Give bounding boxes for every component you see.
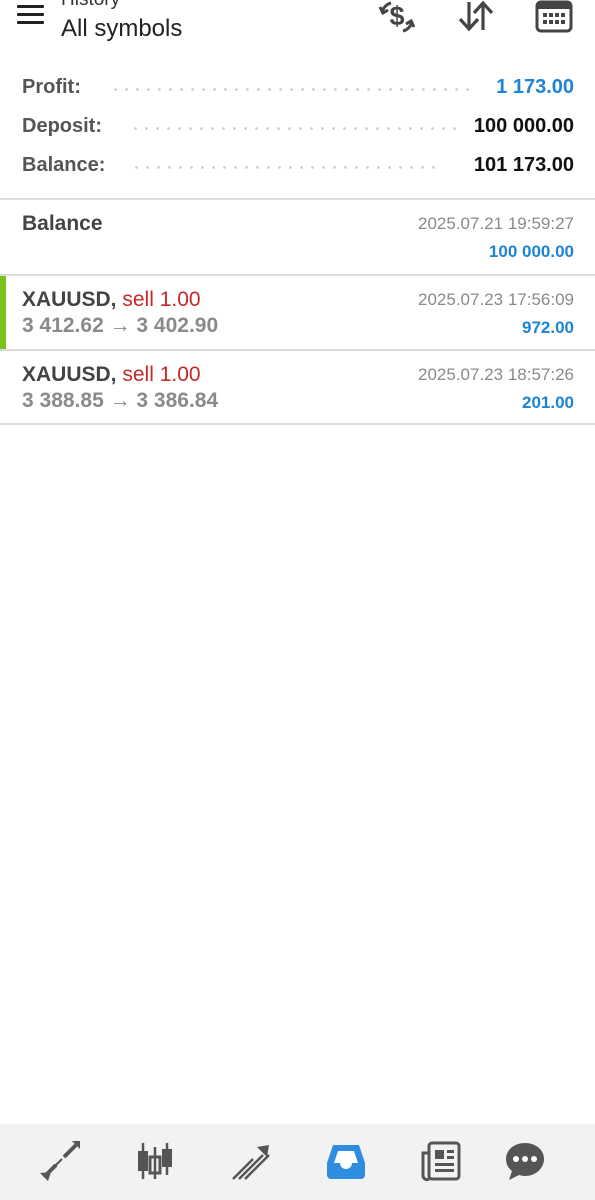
deal-type: Balance	[22, 212, 103, 235]
deal-symbol: XAUUSD,	[22, 363, 117, 386]
hamburger-line	[17, 5, 44, 8]
page-subtitle: History	[61, 0, 120, 11]
divider	[0, 423, 595, 425]
deal-amount: 201.00	[522, 393, 574, 412]
profit-value: 1 173.00	[496, 76, 574, 98]
dotted-leader	[110, 88, 470, 91]
deal-title: Balance	[22, 212, 103, 236]
chart-icon[interactable]	[130, 1136, 180, 1186]
svg-text:$: $	[389, 1, 404, 31]
deal-prices: 3 388.85 → 3 386.84	[22, 389, 219, 412]
page-title[interactable]: All symbols	[61, 14, 182, 44]
deal-amount: 972.00	[522, 318, 574, 337]
dotted-leader	[130, 127, 458, 130]
deal-amount: 100 000.00	[488, 242, 574, 261]
deal-side: sell 1.00	[122, 363, 201, 386]
balance-value: 101 173.00	[473, 154, 574, 176]
deal-row[interactable]: XAUUSD, sell 1.00 3 412.62 → 3 402.90 20…	[0, 276, 595, 349]
hamburger-line	[17, 21, 44, 24]
menu-button[interactable]	[14, 0, 48, 34]
history-icon[interactable]	[321, 1136, 371, 1186]
balance-label: Balance:	[22, 154, 106, 176]
quotes-icon[interactable]	[35, 1136, 85, 1186]
bottom-navigation	[0, 1124, 595, 1200]
deal-title: XAUUSD, sell 1.00	[22, 288, 201, 312]
deal-row[interactable]: XAUUSD, sell 1.00 3 388.85 → 3 386.84 20…	[0, 351, 595, 424]
deal-symbol: XAUUSD,	[22, 288, 117, 311]
account-summary: Profit: 1 173.00 Deposit: 100 000.00 Bal…	[0, 68, 595, 185]
selected-indicator	[0, 276, 6, 349]
profit-row: Profit: 1 173.00	[0, 68, 595, 107]
deal-side: sell 1.00	[122, 288, 201, 311]
deal-time: 2025.07.23 18:57:26	[418, 365, 574, 384]
deal-prices: 3 412.62 → 3 402.90	[22, 314, 219, 337]
news-icon[interactable]	[416, 1136, 466, 1186]
deal-time: 2025.07.21 19:59:27	[418, 214, 574, 233]
deal-title: XAUUSD, sell 1.00	[22, 363, 201, 387]
profit-label: Profit:	[22, 76, 81, 98]
deposit-value: 100 000.00	[473, 115, 574, 137]
deposit-label: Deposit:	[22, 115, 102, 137]
deal-row-balance[interactable]: Balance 2025.07.21 19:59:27 100 000.00	[0, 200, 595, 273]
calendar-icon[interactable]	[534, 0, 574, 34]
deposit-row: Deposit: 100 000.00	[0, 107, 595, 146]
dotted-leader	[131, 166, 443, 169]
sort-icon[interactable]	[456, 0, 496, 34]
deal-time: 2025.07.23 17:56:09	[418, 290, 574, 309]
hamburger-line	[17, 13, 44, 16]
trade-icon[interactable]	[226, 1136, 276, 1186]
app-header: History All symbols $	[0, 0, 595, 56]
currency-exchange-icon[interactable]: $	[377, 0, 417, 34]
balance-row: Balance: 101 173.00	[0, 146, 595, 185]
messages-icon[interactable]	[500, 1136, 550, 1186]
